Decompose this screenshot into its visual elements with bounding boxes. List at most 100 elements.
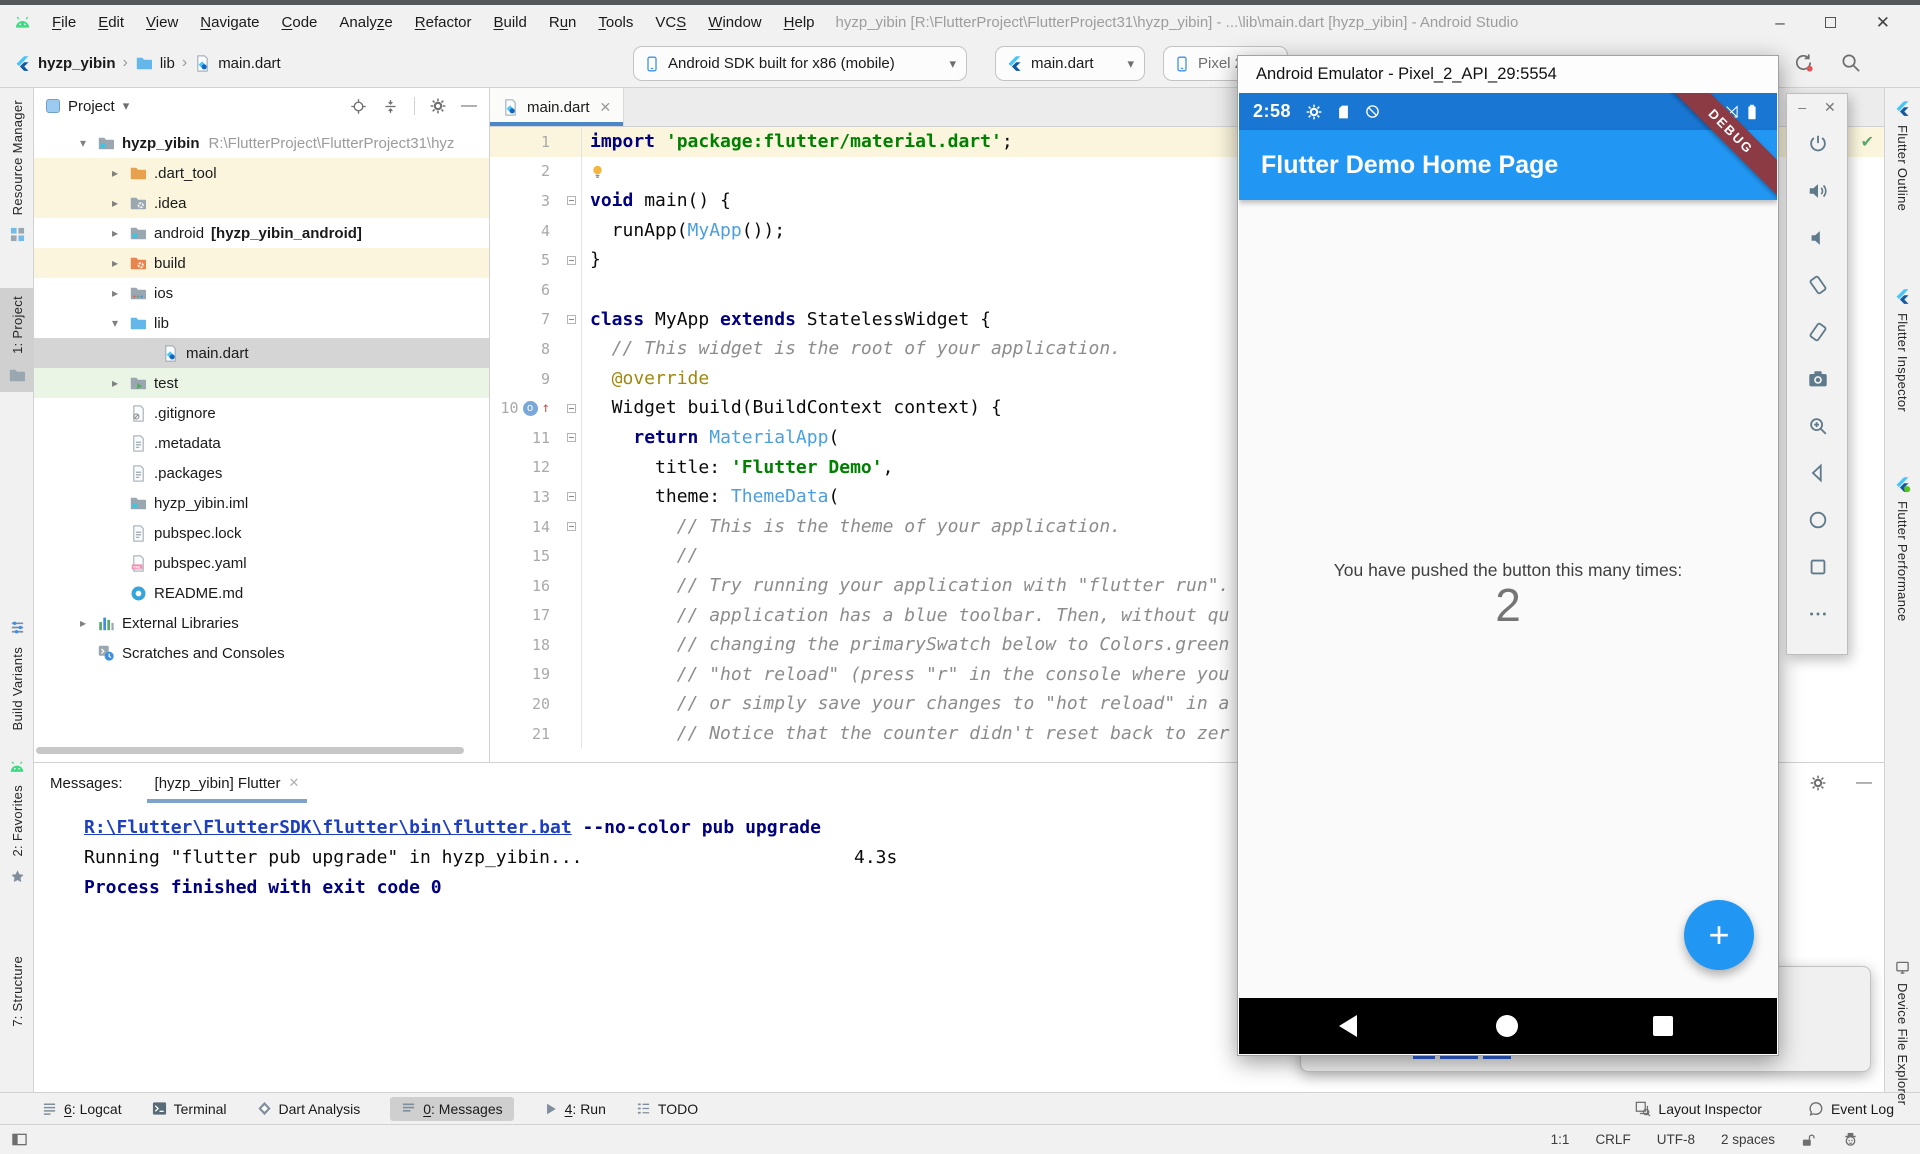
chevron-right-icon[interactable]: ▸	[104, 166, 126, 180]
close-tab-icon[interactable]: ✕	[600, 99, 612, 116]
tree-item-external-libraries[interactable]: ▸External Libraries	[34, 608, 489, 638]
emulator-rotate-left-button[interactable]	[1787, 261, 1849, 308]
chevron-right-icon[interactable]: ▸	[104, 196, 126, 210]
toolwindow-button-terminal[interactable]: Terminal	[152, 1101, 227, 1117]
toolwindow-button-run[interactable]: 4: Run	[544, 1101, 606, 1117]
tree-item-main-dart[interactable]: main.dart	[34, 338, 489, 368]
tree-item-metadata[interactable]: .metadata	[34, 428, 489, 458]
emulator-more-button[interactable]	[1787, 590, 1849, 637]
breadcrumb-item[interactable]: hyzp_yibin	[38, 55, 116, 72]
tab-build-variants[interactable]: Build Variants	[0, 620, 34, 730]
emulator-overview-button[interactable]	[1787, 543, 1849, 590]
maximize-button[interactable]	[1825, 17, 1836, 28]
tree-item-hyzp-yibin-iml[interactable]: hyzp_yibin.iml	[34, 488, 489, 518]
tab-flutter-outline[interactable]: Flutter Outline	[1885, 100, 1920, 211]
tree-item-test[interactable]: ▸test	[34, 368, 489, 398]
status-widget-caret-position[interactable]: 1:1	[1551, 1132, 1570, 1147]
close-button[interactable]: ✕	[1876, 14, 1890, 31]
collapse-all-icon[interactable]	[382, 98, 399, 115]
nav-home-button[interactable]	[1496, 1015, 1518, 1037]
tab-main-dart[interactable]: main.dart ✕	[490, 88, 624, 126]
close-tab-icon[interactable]: ✕	[288, 775, 299, 791]
horizontal-scrollbar[interactable]	[36, 747, 464, 754]
emulator-back-button[interactable]	[1787, 449, 1849, 496]
menu-view[interactable]: View	[135, 14, 189, 31]
status-widget-indent[interactable]: 2 spaces	[1721, 1132, 1775, 1147]
minimize-button[interactable]: –	[1775, 14, 1784, 31]
gradle-user-icon[interactable]	[1843, 1132, 1858, 1147]
tree-item-pubspec-yaml[interactable]: YMLpubspec.yaml	[34, 548, 489, 578]
tree-item-packages[interactable]: .packages	[34, 458, 489, 488]
chevron-right-icon[interactable]: ▸	[104, 376, 126, 390]
tab-device-file-explorer[interactable]: Device File Explorer	[1885, 960, 1920, 1105]
tab-flutter-console[interactable]: [hyzp_yibin] Flutter ✕	[145, 763, 310, 803]
chevron-right-icon[interactable]: ▸	[104, 226, 126, 240]
status-widget-line-endings[interactable]: CRLF	[1595, 1132, 1630, 1147]
toolwindow-button-dart-analysis[interactable]: Dart Analysis	[257, 1101, 361, 1117]
emulator-volume-up-button[interactable]	[1787, 167, 1849, 214]
emulator-window-title[interactable]: Android Emulator - Pixel_2_API_29:5554	[1238, 56, 1778, 93]
tab-project[interactable]: 1: Project	[0, 288, 34, 392]
tab-flutter-performance[interactable]: Flutter Performance	[1885, 476, 1920, 622]
breadcrumb-item[interactable]: main.dart	[218, 55, 281, 72]
run-config-selector[interactable]: main.dart ▾	[995, 46, 1145, 81]
emulator-screen[interactable]: 2:58 Flutter Demo Home Page You have pus…	[1239, 93, 1777, 1054]
tree-item-lib[interactable]: ▾lib	[34, 308, 489, 338]
tree-item-scratches-and-consoles[interactable]: Scratches and Consoles	[34, 638, 489, 668]
gear-icon[interactable]	[1810, 775, 1826, 791]
nav-back-button[interactable]	[1339, 1015, 1357, 1037]
chevron-down-icon[interactable]: ▾	[72, 136, 94, 150]
tree-item-idea[interactable]: ▸.idea	[34, 188, 489, 218]
tree-item-android[interactable]: ▸android[hyzp_yibin_android]	[34, 218, 489, 248]
chevron-down-icon[interactable]: ▾	[104, 316, 126, 330]
fold-column[interactable]	[562, 186, 582, 216]
menu-help[interactable]: Help	[773, 14, 826, 31]
nav-overview-button[interactable]	[1653, 1016, 1673, 1036]
chevron-right-icon[interactable]: ▸	[104, 256, 126, 270]
emulator-home-button[interactable]	[1787, 496, 1849, 543]
menu-edit[interactable]: Edit	[87, 14, 135, 31]
toolwindow-button-event-log[interactable]: Event Log	[1808, 1101, 1894, 1117]
fold-column[interactable]	[562, 482, 582, 512]
toolwindow-button-todo[interactable]: TODO	[636, 1101, 698, 1117]
menu-vcs[interactable]: VCS	[644, 14, 697, 31]
menu-refactor[interactable]: Refactor	[404, 14, 483, 31]
tab-structure[interactable]: 7: Structure	[0, 956, 34, 1027]
gear-icon[interactable]	[430, 98, 446, 114]
menu-navigate[interactable]: Navigate	[189, 14, 270, 31]
implements-arrow-icon[interactable]: ↑	[542, 400, 550, 416]
emulator-power-button[interactable]	[1787, 120, 1849, 167]
emulator-zoom-in-button[interactable]	[1787, 402, 1849, 449]
chevron-right-icon[interactable]: ▸	[72, 616, 94, 630]
menu-run[interactable]: Run	[538, 14, 588, 31]
minimize-button[interactable]: –	[1798, 99, 1806, 115]
tree-item-hyzp-yibin[interactable]: ▾hyzp_yibinR:\FlutterProject\FlutterProj…	[34, 128, 489, 158]
fold-column[interactable]	[562, 393, 582, 423]
tree-item-ios[interactable]: ▸ios	[34, 278, 489, 308]
tab-favorites[interactable]: 2: Favorites	[0, 760, 34, 884]
tab-resource-manager[interactable]: Resource Manager	[0, 100, 34, 242]
menu-build[interactable]: Build	[482, 14, 537, 31]
emulator-volume-down-button[interactable]	[1787, 214, 1849, 261]
fold-column[interactable]	[562, 305, 582, 335]
tree-item-build[interactable]: ▸build	[34, 248, 489, 278]
toolwindow-button-logcat[interactable]: 6: Logcat	[42, 1101, 122, 1117]
menu-tools[interactable]: Tools	[587, 14, 644, 31]
toolwindow-button-messages[interactable]: 0: Messages	[390, 1097, 513, 1121]
fold-column[interactable]	[562, 423, 582, 453]
menu-code[interactable]: Code	[271, 14, 329, 31]
intention-bulb-icon[interactable]	[590, 164, 605, 179]
close-button[interactable]: ✕	[1824, 99, 1836, 116]
override-marker-icon[interactable]: o	[523, 401, 538, 416]
fold-column[interactable]	[562, 245, 582, 275]
tree-item-pubspec-lock[interactable]: pubspec.lock	[34, 518, 489, 548]
emulator-rotate-right-button[interactable]	[1787, 308, 1849, 355]
tree-item-gitignore[interactable]: .gitignore	[34, 398, 489, 428]
hide-panel-icon[interactable]: —	[1856, 774, 1872, 792]
tool-window-toggle-icon[interactable]	[12, 1132, 27, 1147]
locate-file-icon[interactable]	[350, 98, 367, 115]
hide-panel-icon[interactable]: —	[461, 97, 477, 115]
emulator-camera-button[interactable]	[1787, 355, 1849, 402]
sync-icon[interactable]	[1793, 52, 1814, 73]
tree-item-dart-tool[interactable]: ▸.dart_tool	[34, 158, 489, 188]
